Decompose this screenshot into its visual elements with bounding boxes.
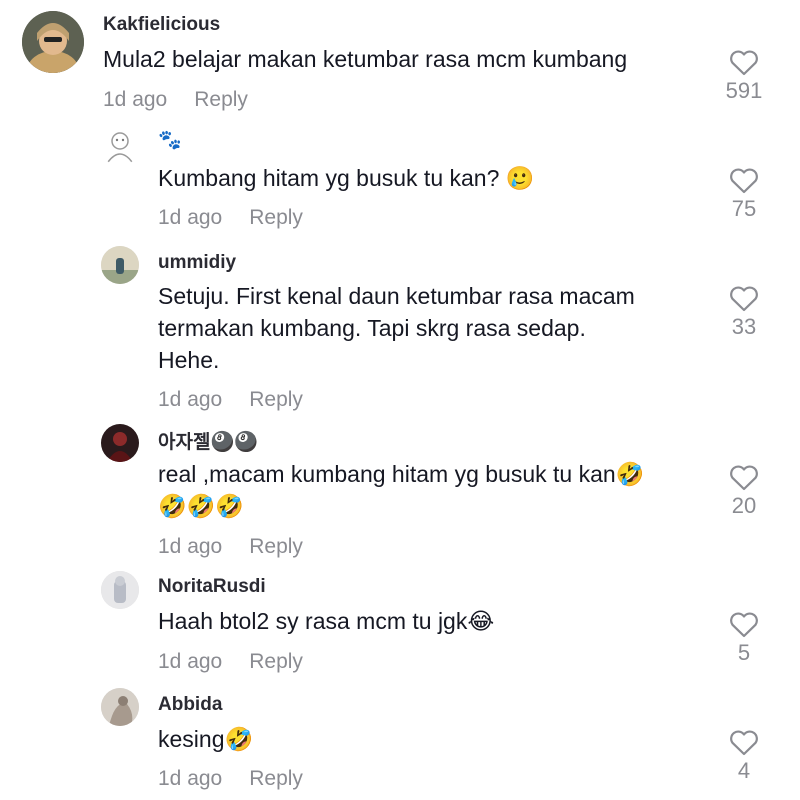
comment-time: 1d ago [158,206,223,229]
comment-username[interactable]: Abbida [158,694,222,716]
comment-time: 1d ago [158,650,223,673]
comment-username[interactable]: ummidiy [158,252,236,274]
avatar[interactable] [101,688,139,726]
avatar[interactable] [101,571,139,609]
like-button[interactable]: 20 [714,465,774,519]
comment-meta: 1d ago Reply [158,650,303,674]
like-button[interactable]: 5 [714,612,774,666]
comment-username[interactable]: Kakfielicious [103,14,220,36]
comment-time: 1d ago [158,388,223,411]
comment-username[interactable]: NoritaRusdi [158,576,266,598]
like-button[interactable]: 4 [714,730,774,784]
comment-time: 1d ago [103,88,168,111]
like-count: 4 [737,758,751,783]
comment-text: kesing🤣 [158,726,254,752]
heart-icon [730,465,758,491]
avatar[interactable] [22,11,84,73]
comment-meta: 1d ago Reply [158,767,303,791]
avatar-image [101,571,139,609]
like-count: 33 [731,314,757,339]
like-button[interactable]: 75 [714,168,774,222]
avatar[interactable] [101,246,139,284]
avatar-image [101,688,139,726]
avatar[interactable] [101,424,139,462]
comment-meta: 1d ago Reply [158,206,303,230]
comment-text: Mula2 belajar makan ketumbar rasa mcm ku… [103,46,628,72]
comment-meta: 1d ago Reply [158,535,303,559]
comment-meta: 1d ago Reply [158,388,303,412]
comment-text: Setuju. First kenal daun ketumbar rasa m… [158,283,635,373]
reply-button[interactable]: Reply [194,88,248,111]
avatar-image [101,424,139,462]
avatar-image [101,128,139,166]
like-count: 591 [725,78,763,103]
reply-button[interactable]: Reply [249,767,303,790]
avatar[interactable] [101,128,139,166]
reply-button[interactable]: Reply [249,206,303,229]
like-button[interactable]: 591 [714,50,774,104]
like-count: 75 [731,196,757,221]
comment-username[interactable]: 🐾 [158,128,182,152]
like-button[interactable]: 33 [714,286,774,340]
avatar-image [22,11,84,73]
heart-icon [730,286,758,312]
like-count: 5 [737,640,751,665]
comment-text: real ,macam kumbang hitam yg busuk tu ka… [158,461,645,519]
comment-text: Haah btol2 sy rasa mcm tu jgk😂 [158,608,495,634]
heart-icon [730,730,758,756]
heart-icon [730,50,758,76]
like-count: 20 [731,493,757,518]
reply-button[interactable]: Reply [249,535,303,558]
comment-time: 1d ago [158,535,223,558]
comment-text: Kumbang hitam yg busuk tu kan? 🥲 [158,165,535,191]
comment-meta: 1d ago Reply [103,88,248,112]
comment-username[interactable]: 아자젤🎱🎱 [158,427,258,454]
heart-icon [730,168,758,194]
heart-icon [730,612,758,638]
reply-button[interactable]: Reply [249,650,303,673]
comment-time: 1d ago [158,767,223,790]
reply-button[interactable]: Reply [249,388,303,411]
avatar-image [101,246,139,284]
